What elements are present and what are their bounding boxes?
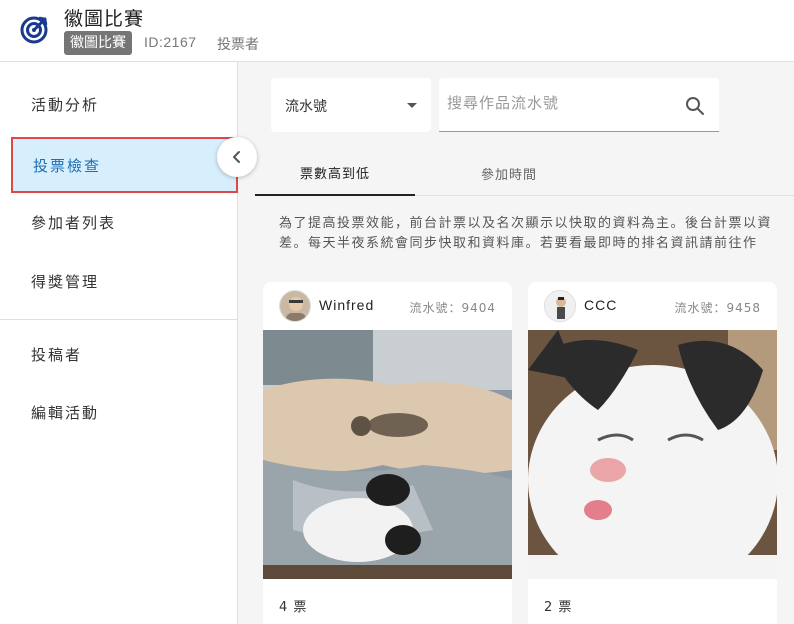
sidebar-item-label: 得獎管理	[31, 272, 100, 291]
avatar	[544, 290, 576, 322]
avatar	[279, 290, 311, 322]
entry-photo	[528, 330, 777, 579]
sidebar-item-label: 編輯活動	[31, 403, 100, 422]
sidebar-item-label: 參加者列表	[31, 213, 117, 232]
sidebar-collapse-button[interactable]	[217, 137, 257, 177]
sidebar: 活動分析 投票檢查 參加者列表 得獎管理 投稿者 編輯活動	[0, 62, 238, 624]
search-box	[439, 78, 719, 132]
entry-card[interactable]: Winfred 流水號：9404 4 票	[263, 282, 512, 624]
sidebar-item-vote-check[interactable]: 投票檢查	[11, 137, 238, 193]
page-title: 徽圖比賽	[64, 8, 145, 30]
entry-photo	[263, 330, 512, 579]
sidebar-divider	[0, 319, 238, 320]
sidebar-item-label: 活動分析	[31, 95, 100, 114]
card-header: Winfred 流水號：9404	[263, 282, 512, 330]
sidebar-item-label: 投票檢查	[33, 156, 102, 175]
event-tag: 徽圖比賽	[64, 31, 132, 55]
author-name: Winfred	[319, 297, 375, 313]
caret-down-icon	[407, 103, 417, 108]
sort-select[interactable]: 流水號	[271, 78, 431, 132]
cache-notice: 為了提高投票效能，前台計票以及名次顯示以快取的資料為主。後台計票以資 差。每天半…	[279, 214, 794, 254]
sidebar-item-submitters[interactable]: 投稿者	[0, 326, 238, 382]
search-icon[interactable]	[685, 96, 705, 116]
event-id: ID:2167	[144, 34, 197, 50]
sort-tabs: 票數高到低 參加時間	[255, 150, 794, 196]
sidebar-item-edit-event[interactable]: 編輯活動	[0, 384, 238, 440]
notice-line: 差。每天半夜系統會同步快取和資料庫。若要看最即時的排名資訊請前往作	[279, 236, 758, 251]
tab-votes-desc[interactable]: 票數高到低	[255, 150, 415, 196]
author-name: CCC	[584, 297, 618, 313]
user-role: 投票者	[217, 37, 259, 53]
serial-number: 流水號：9458	[674, 301, 761, 315]
target-logo-icon	[20, 16, 48, 44]
chevron-left-icon	[233, 151, 240, 163]
card-header: CCC 流水號：9458	[528, 282, 777, 330]
main-content: 流水號 票數高到低 參加時間 為了提高投票效能，前台計票以及名次顯示以快取的資料…	[239, 62, 794, 624]
vote-count: 2 票	[544, 600, 573, 615]
tab-join-time[interactable]: 參加時間	[429, 150, 589, 196]
notice-line: 為了提高投票效能，前台計票以及名次顯示以快取的資料為主。後台計票以資	[279, 216, 773, 231]
entry-card[interactable]: CCC 流水號：9458 2 票	[528, 282, 777, 624]
sort-select-value: 流水號	[285, 99, 327, 115]
serial-number: 流水號：9404	[409, 301, 496, 315]
search-input[interactable]	[447, 94, 677, 112]
sidebar-item-analytics[interactable]: 活動分析	[0, 76, 238, 132]
vote-count: 4 票	[279, 600, 308, 615]
sidebar-item-label: 投稿者	[31, 345, 83, 364]
sidebar-item-participants[interactable]: 參加者列表	[0, 194, 238, 250]
sidebar-item-awards[interactable]: 得獎管理	[0, 253, 238, 309]
app-header: 徽圖比賽 徽圖比賽 ID:2167 投票者	[0, 0, 794, 62]
